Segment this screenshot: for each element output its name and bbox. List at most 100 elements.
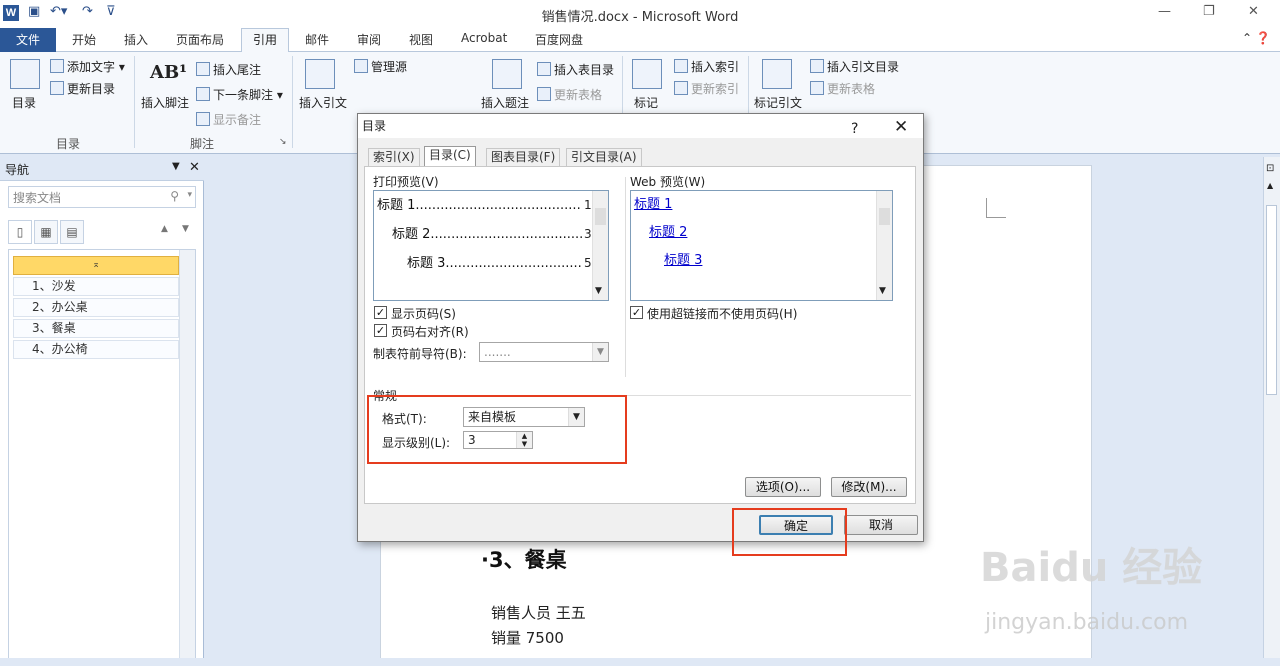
use-hyperlinks-checkbox[interactable]: ✓ xyxy=(630,306,643,319)
highlight-box-general xyxy=(367,395,627,464)
scroll-up-icon[interactable]: ▲ xyxy=(1267,181,1273,190)
nav-close-icon[interactable]: ✕ xyxy=(189,160,200,175)
mark-entry-icon xyxy=(632,59,662,89)
print-preview-line-3: 标题 3.................................5 xyxy=(407,256,591,271)
nav-up-icon[interactable]: ▲ xyxy=(161,224,168,234)
ribbon-tab-bar: 文件 开始 插入 页面布局 引用 邮件 审阅 视图 Acrobat 百度网盘 ⌃… xyxy=(0,28,1280,53)
scroll-down-icon[interactable]: ▼ xyxy=(595,286,602,296)
help-icon[interactable]: ⌃ ❓ xyxy=(1242,31,1271,45)
scroll-thumb[interactable] xyxy=(1266,205,1277,395)
tab-file[interactable]: 文件 xyxy=(0,28,56,52)
close-window-icon[interactable]: ✕ xyxy=(1248,4,1259,19)
manage-sources-icon xyxy=(354,59,368,73)
window-title: 销售情况.docx - Microsoft Word xyxy=(541,10,739,25)
mark-citation-icon xyxy=(762,59,792,89)
tab-references[interactable]: 引用 xyxy=(241,28,289,53)
web-preview-link-2[interactable]: 标题 2 xyxy=(649,221,687,240)
show-page-numbers-checkbox[interactable]: ✓ xyxy=(374,306,387,319)
tab-index[interactable]: 索引(X) xyxy=(368,148,420,166)
update-toc-button[interactable]: 更新目录 xyxy=(50,80,115,97)
options-button[interactable]: 选项(O)... xyxy=(745,477,821,497)
ruler-toggle-icon[interactable]: ⊡ xyxy=(1266,163,1274,174)
right-align-label: 页码右对齐(R) xyxy=(391,325,469,339)
status-bar xyxy=(0,658,1280,666)
chevron-down-icon: ▼ xyxy=(592,343,608,361)
group-footnotes-label: 脚注 xyxy=(190,137,215,151)
insert-citation-button[interactable]: 插入引文 xyxy=(299,94,347,111)
restore-icon[interactable]: ❐ xyxy=(1203,4,1215,19)
nav-heading-list: ⌅ 1、沙发 2、办公桌 3、餐桌 4、办公椅 xyxy=(8,249,196,659)
insert-footnote-button[interactable]: 插入脚注 xyxy=(141,94,189,111)
nav-heading-item[interactable]: 2、办公桌 xyxy=(13,298,179,317)
tab-home[interactable]: 开始 xyxy=(72,31,96,48)
tab-baidu-netdisk[interactable]: 百度网盘 xyxy=(535,31,583,48)
update-toa-button[interactable]: 更新表格 xyxy=(810,80,875,97)
endnote-icon xyxy=(196,62,210,76)
modify-button[interactable]: 修改(M)... xyxy=(831,477,907,497)
update-toc-icon xyxy=(50,81,64,95)
nav-heading-item[interactable]: 1、沙发 xyxy=(13,277,179,296)
search-icon[interactable]: ⚲ xyxy=(170,189,179,203)
add-text-button[interactable]: 添加文字 ▾ xyxy=(50,58,125,75)
ribbon-separator xyxy=(292,56,293,148)
tab-view[interactable]: 视图 xyxy=(409,31,433,48)
document-scrollbar[interactable]: ⊡ ▲ xyxy=(1263,157,1280,666)
scroll-down-icon[interactable]: ▼ xyxy=(879,286,886,296)
tab-toc[interactable]: 目录(C) xyxy=(424,146,476,167)
update-table-icon xyxy=(537,87,551,101)
minimize-icon[interactable]: — xyxy=(1158,4,1171,19)
web-preview-scrollbar[interactable]: ▼ xyxy=(876,191,892,300)
tab-headings-icon[interactable]: ▯ xyxy=(8,220,32,244)
nav-search-input[interactable]: 搜索文档 ⚲ ▾ xyxy=(8,186,196,208)
nav-scrollbar[interactable] xyxy=(179,250,195,658)
insert-citation-icon xyxy=(305,59,335,89)
toc-dialog: 目录 ? ✕ 索引(X) 目录(C) 图表目录(F) 引文目录(A) 打印预览(… xyxy=(357,113,924,542)
right-align-checkbox[interactable]: ✓ xyxy=(374,324,387,337)
cancel-button[interactable]: 取消 xyxy=(844,515,918,535)
tab-leader-select[interactable]: ....... ▼ xyxy=(479,342,609,362)
update-table-button[interactable]: 更新表格 xyxy=(537,86,602,103)
group-toc-label: 目录 xyxy=(56,137,81,151)
toc-button[interactable]: 目录 xyxy=(12,94,36,111)
insert-toa-button[interactable]: 插入引文目录 xyxy=(810,58,899,75)
update-index-button[interactable]: 更新索引 xyxy=(674,80,739,97)
nav-heading-item[interactable]: 3、餐桌 xyxy=(13,319,179,338)
tab-acrobat[interactable]: Acrobat xyxy=(461,31,507,45)
dialog-launcher-icon[interactable]: ↘ xyxy=(279,137,287,147)
tab-mailings[interactable]: 邮件 xyxy=(305,31,329,48)
print-preview-line-1: 标题 1....................................… xyxy=(377,198,598,213)
web-preview-link-1[interactable]: 标题 1 xyxy=(634,193,672,212)
show-notes-button[interactable]: 显示备注 xyxy=(196,111,261,128)
nav-heading-item[interactable]: 4、办公椅 xyxy=(13,340,179,359)
nav-collapse-item[interactable]: ⌅ xyxy=(13,256,179,275)
mark-entry-button[interactable]: 标记 xyxy=(634,94,658,111)
doc-line-salesperson: 销售人员 王五 xyxy=(491,604,586,622)
nav-down-icon[interactable]: ▼ xyxy=(182,224,189,234)
insert-index-button[interactable]: 插入索引 xyxy=(674,58,739,75)
next-footnote-icon xyxy=(196,87,210,101)
navigation-pane: 导航 ▼ ✕ 搜索文档 ⚲ ▾ ▯ ▦ ▤ ▲ ▼ ⌅ 1、沙发 2、办公桌 3… xyxy=(0,157,204,666)
insert-caption-button[interactable]: 插入题注 xyxy=(481,94,529,111)
search-dropdown-icon[interactable]: ▾ xyxy=(187,190,192,200)
nav-menu-icon[interactable]: ▼ xyxy=(172,161,180,172)
dialog-close-icon[interactable]: ✕ xyxy=(894,115,908,139)
tab-insert[interactable]: 插入 xyxy=(124,31,148,48)
web-preview-link-3[interactable]: 标题 3 xyxy=(664,249,702,268)
add-text-icon xyxy=(50,59,64,73)
web-preview-label: Web 预览(W) xyxy=(630,175,706,189)
tab-page-layout[interactable]: 页面布局 xyxy=(176,31,224,48)
insert-table-of-figures-button[interactable]: 插入表目录 xyxy=(537,61,614,78)
next-footnote-button[interactable]: 下一条脚注 ▾ xyxy=(196,86,283,103)
tab-results-icon[interactable]: ▤ xyxy=(60,220,84,244)
dialog-help-icon[interactable]: ? xyxy=(851,117,858,141)
mark-citation-button[interactable]: 标记引文 xyxy=(754,94,802,111)
insert-endnote-button[interactable]: 插入尾注 xyxy=(196,61,261,78)
tab-table-of-authorities[interactable]: 引文目录(A) xyxy=(566,148,642,166)
tab-review[interactable]: 审阅 xyxy=(357,31,381,48)
print-preview-line-2: 标题 2....................................… xyxy=(392,227,609,242)
tab-table-of-figures[interactable]: 图表目录(F) xyxy=(486,148,561,166)
manage-sources-button[interactable]: 管理源 xyxy=(354,58,407,75)
ribbon-separator xyxy=(134,56,135,148)
tab-pages-icon[interactable]: ▦ xyxy=(34,220,58,244)
print-preview-scrollbar[interactable]: ▼ xyxy=(592,191,608,300)
